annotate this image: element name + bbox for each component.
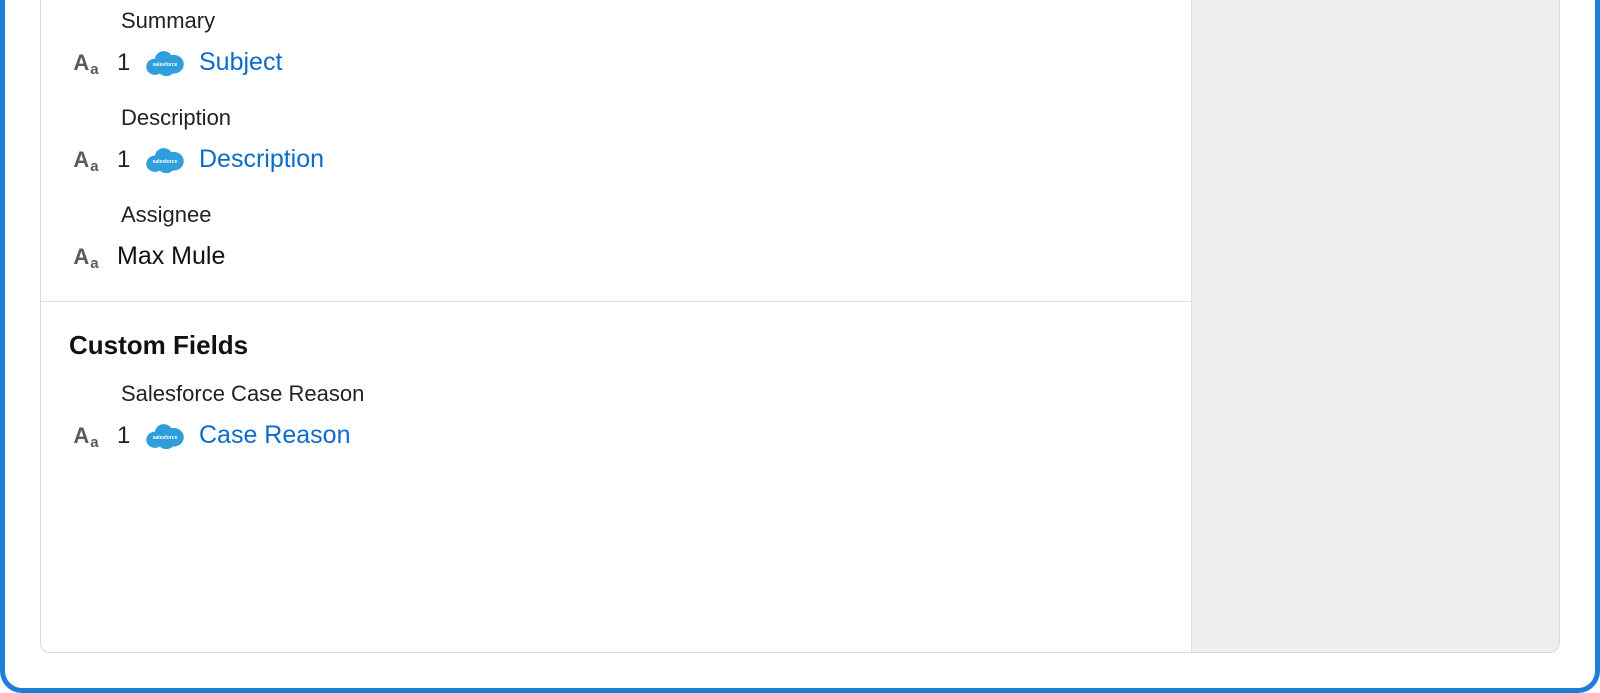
standard-fields-section: Summary Aa 1 — [41, 0, 1191, 301]
field-label-assignee: Assignee — [121, 202, 1163, 228]
mapping-link-subject[interactable]: Subject — [199, 48, 282, 77]
field-row-assignee: Aa Max Mule — [69, 242, 1163, 271]
side-panel — [1191, 0, 1559, 652]
salesforce-cloud-icon: salesforce — [145, 146, 185, 174]
outer-frame: Summary Aa 1 — [0, 0, 1600, 693]
salesforce-cloud-icon: salesforce — [145, 422, 185, 450]
field-block-case-reason: Salesforce Case Reason Aa 1 — [69, 381, 1163, 450]
field-block-summary: Summary Aa 1 — [69, 8, 1163, 77]
field-label-description: Description — [121, 105, 1163, 131]
svg-text:salesforce: salesforce — [153, 159, 178, 165]
text-type-icon: Aa — [69, 149, 103, 171]
assignee-value: Max Mule — [117, 242, 225, 271]
field-label-case-reason: Salesforce Case Reason — [121, 381, 1163, 407]
field-block-assignee: Assignee Aa Max Mule — [69, 202, 1163, 271]
text-type-icon: Aa — [69, 246, 103, 268]
field-row-description: Aa 1 salesforce — [69, 145, 1163, 174]
field-label-summary: Summary — [121, 8, 1163, 34]
card-container: Summary Aa 1 — [40, 0, 1560, 653]
mapping-link-description[interactable]: Description — [199, 145, 324, 174]
main-column: Summary Aa 1 — [41, 0, 1191, 652]
svg-text:salesforce: salesforce — [153, 435, 178, 441]
mapping-order-description: 1 — [117, 146, 131, 174]
mapping-order-case-reason: 1 — [117, 422, 131, 450]
text-type-icon: Aa — [69, 52, 103, 74]
field-block-description: Description Aa 1 — [69, 105, 1163, 174]
field-row-summary: Aa 1 salesforce — [69, 48, 1163, 77]
custom-fields-title: Custom Fields — [69, 330, 1163, 361]
mapping-order-summary: 1 — [117, 49, 131, 77]
field-row-case-reason: Aa 1 salesforce — [69, 421, 1163, 450]
custom-fields-section: Custom Fields Salesforce Case Reason Aa … — [41, 301, 1191, 480]
svg-text:salesforce: salesforce — [153, 62, 178, 68]
mapping-link-case-reason[interactable]: Case Reason — [199, 421, 350, 450]
text-type-icon: Aa — [69, 425, 103, 447]
salesforce-cloud-icon: salesforce — [145, 49, 185, 77]
